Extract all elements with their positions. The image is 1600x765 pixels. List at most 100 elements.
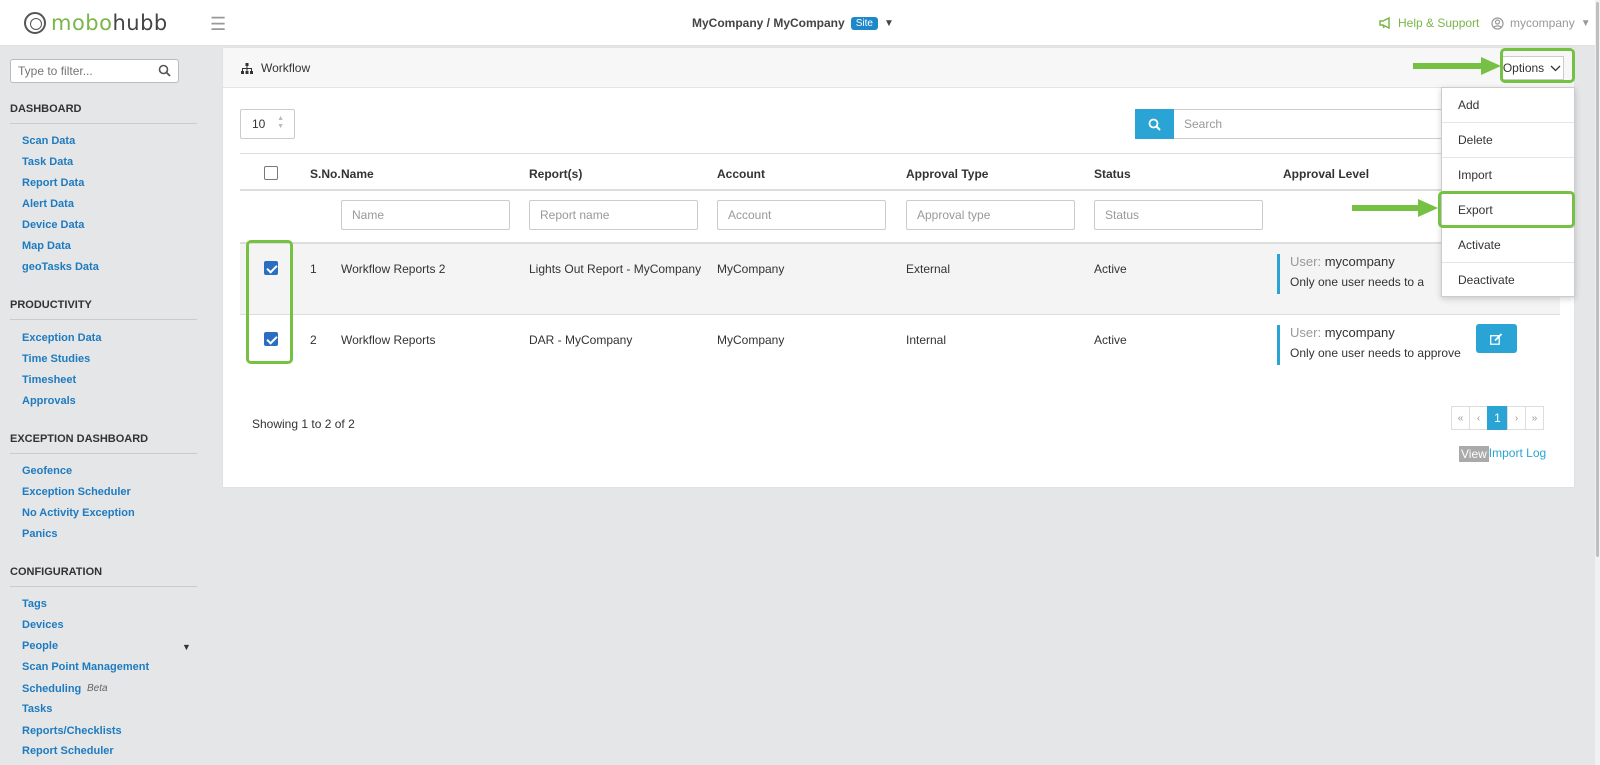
sidebar-filter-input[interactable] xyxy=(11,60,151,82)
divider xyxy=(10,123,197,124)
page-title-text: Workflow xyxy=(261,61,311,75)
section-title-exception-dashboard: EXCEPTION DASHBOARD xyxy=(10,433,149,445)
company-name: MyCompany / MyCompany xyxy=(692,16,845,30)
workflow-panel: Workflow Options 10 ▲ ▼ Search S.No. Name… xyxy=(222,47,1575,488)
panel-header: Workflow Options xyxy=(223,48,1574,88)
report-filter-input[interactable]: Report name xyxy=(529,200,698,230)
help-support-link[interactable]: Help & Support xyxy=(1379,16,1479,30)
sidebar-item-approvals[interactable]: Approvals xyxy=(22,395,76,407)
company-selector[interactable]: MyCompany / MyCompany Site ▼ xyxy=(692,16,894,30)
column-header-status[interactable]: Status xyxy=(1094,167,1131,181)
search-icon xyxy=(1148,118,1161,131)
pagination: « ‹ 1 › » xyxy=(1451,406,1544,430)
sidebar-item-task-data[interactable]: Task Data xyxy=(22,156,73,168)
sidebar-filter xyxy=(10,59,179,83)
logo-icon xyxy=(24,12,46,34)
row-sno: 1 xyxy=(310,262,317,276)
sidebar-item-report-data[interactable]: Report Data xyxy=(22,177,84,189)
search-input[interactable]: Search xyxy=(1174,109,1444,139)
search-button[interactable] xyxy=(1135,109,1174,139)
sidebar-item-scheduling[interactable]: Scheduling xyxy=(22,683,81,695)
menu-item-import[interactable]: Import xyxy=(1442,158,1574,193)
row-account: MyCompany xyxy=(717,333,785,347)
sidebar-item-panics[interactable]: Panics xyxy=(22,528,57,540)
sidebar-item-scan-data[interactable]: Scan Data xyxy=(22,135,75,147)
sidebar-item-geofence[interactable]: Geofence xyxy=(22,465,72,477)
checkbox-highlight xyxy=(246,240,293,364)
name-filter-input[interactable]: Name xyxy=(341,200,510,230)
row-account: MyCompany xyxy=(717,262,785,276)
sidebar-item-tasks[interactable]: Tasks xyxy=(22,703,52,715)
options-highlight xyxy=(1500,48,1575,83)
scrollbar-thumb[interactable] xyxy=(1596,2,1599,557)
edit-button[interactable] xyxy=(1476,324,1517,353)
pager-prev[interactable]: ‹ xyxy=(1469,406,1488,430)
export-highlight xyxy=(1438,191,1575,228)
scrollbar[interactable] xyxy=(1595,0,1600,765)
pager-page-1[interactable]: 1 xyxy=(1487,406,1508,430)
column-header-approval-type[interactable]: Approval Type xyxy=(906,167,988,181)
sidebar-item-people[interactable]: People xyxy=(22,640,58,652)
import-log-link[interactable]: View Import Log xyxy=(1459,446,1546,462)
pager-next[interactable]: › xyxy=(1507,406,1526,430)
user-name: mycompany xyxy=(1510,16,1575,30)
sidebar: DASHBOARD Scan Data Task Data Report Dat… xyxy=(0,46,208,765)
sidebar-item-map-data[interactable]: Map Data xyxy=(22,240,71,252)
column-header-sno[interactable]: S.No. xyxy=(310,167,341,181)
sidebar-item-tags[interactable]: Tags xyxy=(22,598,47,610)
sidebar-item-reports-checklists[interactable]: Reports/Checklists xyxy=(22,725,122,737)
caret-down-icon: ▼ xyxy=(883,17,894,29)
approval-note: Only one user needs to a xyxy=(1290,275,1425,289)
sidebar-item-time-studies[interactable]: Time Studies xyxy=(22,353,90,365)
column-header-name[interactable]: Name xyxy=(341,167,374,181)
user-menu[interactable]: mycompany ▼ xyxy=(1491,16,1591,30)
sidebar-item-devices[interactable]: Devices xyxy=(22,619,64,631)
menu-item-activate[interactable]: Activate xyxy=(1442,228,1574,263)
site-badge: Site xyxy=(850,16,878,30)
row-status: Active xyxy=(1094,333,1127,347)
sidebar-item-geotasks-data[interactable]: geoTasks Data xyxy=(22,261,99,273)
row-approval-type: External xyxy=(906,262,951,276)
approval-level: User: mycompany Only one user needs to a… xyxy=(1277,325,1461,365)
sidebar-item-timesheet[interactable]: Timesheet xyxy=(22,374,76,386)
column-header-account[interactable]: Account xyxy=(717,167,765,181)
status-filter-input[interactable]: Status xyxy=(1094,200,1263,230)
caret-down-icon[interactable]: ▼ xyxy=(182,642,191,652)
menu-item-add[interactable]: Add xyxy=(1442,88,1574,123)
app-logo[interactable]: mobohubb xyxy=(24,11,168,35)
page-length-select[interactable]: 10 ▲ ▼ xyxy=(240,109,295,139)
view-label: View xyxy=(1459,446,1489,462)
search-icon[interactable] xyxy=(158,64,171,77)
sidebar-item-device-data[interactable]: Device Data xyxy=(22,219,84,231)
row-status: Active xyxy=(1094,262,1127,276)
column-header-approval-level[interactable]: Approval Level xyxy=(1283,167,1369,181)
table-row[interactable]: 1 Workflow Reports 2 Lights Out Report -… xyxy=(240,242,1560,314)
section-title-configuration: CONFIGURATION xyxy=(10,566,103,578)
pager-first[interactable]: « xyxy=(1451,406,1470,430)
caret-down-icon: ▼ xyxy=(1580,17,1591,29)
sort-arrows-icon: ▲ ▼ xyxy=(277,115,284,130)
help-support-label: Help & Support xyxy=(1398,16,1480,30)
menu-item-deactivate[interactable]: Deactivate xyxy=(1442,263,1574,298)
divider xyxy=(10,319,197,320)
menu-item-delete[interactable]: Delete xyxy=(1442,123,1574,158)
account-filter-input[interactable]: Account xyxy=(717,200,886,230)
sidebar-item-scan-point-management[interactable]: Scan Point Management xyxy=(22,661,149,673)
approval-type-filter-input[interactable]: Approval type xyxy=(906,200,1075,230)
column-header-reports[interactable]: Report(s) xyxy=(529,167,582,181)
sidebar-item-exception-scheduler[interactable]: Exception Scheduler xyxy=(22,486,131,498)
megaphone-icon xyxy=(1379,17,1390,29)
logo-text: mobohubb xyxy=(51,11,168,35)
approval-user: User: mycompany xyxy=(1290,254,1395,269)
edit-icon xyxy=(1490,332,1503,345)
sidebar-item-exception-data[interactable]: Exception Data xyxy=(22,332,101,344)
sidebar-item-no-activity-exception[interactable]: No Activity Exception xyxy=(22,507,135,519)
table-row[interactable]: 2 Workflow Reports DAR - MyCompany MyCom… xyxy=(240,314,1560,386)
sidebar-item-report-scheduler[interactable]: Report Scheduler xyxy=(22,745,114,757)
sidebar-item-alert-data[interactable]: Alert Data xyxy=(22,198,74,210)
row-name: Workflow Reports 2 xyxy=(341,262,446,276)
hamburger-menu-icon[interactable]: ☰ xyxy=(210,14,226,35)
select-all-checkbox[interactable] xyxy=(264,166,278,180)
beta-badge: Beta xyxy=(87,683,108,694)
pager-last[interactable]: » xyxy=(1525,406,1544,430)
